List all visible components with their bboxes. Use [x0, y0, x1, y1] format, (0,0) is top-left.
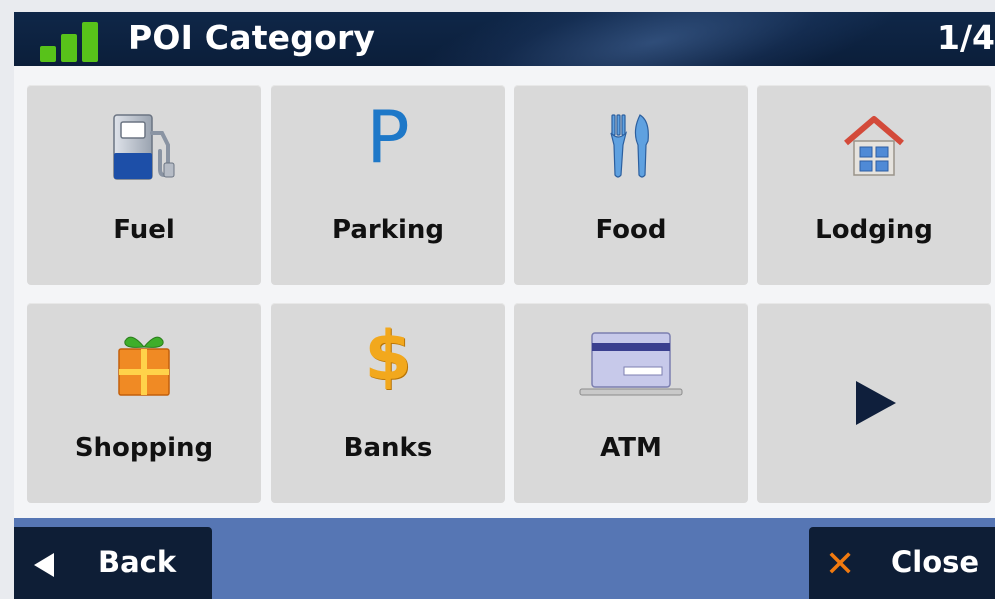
page-title: POI Category: [128, 18, 376, 57]
category-label: Lodging: [815, 215, 933, 245]
play-right-icon: [856, 381, 896, 425]
category-label: Shopping: [74, 433, 214, 463]
dollar-icon: $: [364, 317, 412, 396]
close-button[interactable]: ✕ Close: [809, 527, 995, 599]
category-tile-food[interactable]: Food: [514, 85, 748, 285]
back-button[interactable]: Back: [14, 527, 212, 599]
back-arrow-icon: [34, 553, 54, 577]
signal-strength-icon: [38, 22, 102, 62]
category-tile-parking[interactable]: P Parking: [271, 85, 505, 285]
category-label: Banks: [343, 433, 433, 463]
close-label: Close: [891, 545, 980, 579]
parking-icon: P: [366, 95, 410, 179]
category-tile-banks[interactable]: $ Banks: [271, 303, 505, 503]
header-decoration: [385, 12, 923, 66]
category-tile-shopping[interactable]: Shopping: [27, 303, 261, 503]
header-bar: POI Category 1/4: [14, 12, 995, 66]
footer-bar: Back ✕ Close: [14, 518, 995, 599]
category-label: Parking: [331, 215, 445, 245]
house-icon: [844, 116, 904, 176]
gift-icon: [118, 336, 170, 396]
category-label: Fuel: [113, 215, 175, 245]
category-label: Food: [595, 215, 667, 245]
category-label: ATM: [600, 433, 662, 463]
app-frame: POI Category 1/4 Fuel P Parking Food Lod…: [0, 0, 995, 599]
category-tile-lodging[interactable]: Lodging: [757, 85, 991, 285]
page-indicator: 1/4: [937, 18, 995, 57]
fuel-pump-icon: [113, 114, 175, 180]
category-grid: Fuel P Parking Food Lodging Shopping $ B…: [14, 66, 995, 518]
back-label: Back: [98, 545, 177, 579]
next-page-tile[interactable]: [757, 303, 991, 503]
category-tile-fuel[interactable]: Fuel: [27, 85, 261, 285]
fork-knife-icon: [610, 114, 649, 178]
close-icon: ✕: [825, 544, 856, 585]
category-tile-atm[interactable]: ATM: [514, 303, 748, 503]
atm-card-icon: [579, 332, 683, 396]
